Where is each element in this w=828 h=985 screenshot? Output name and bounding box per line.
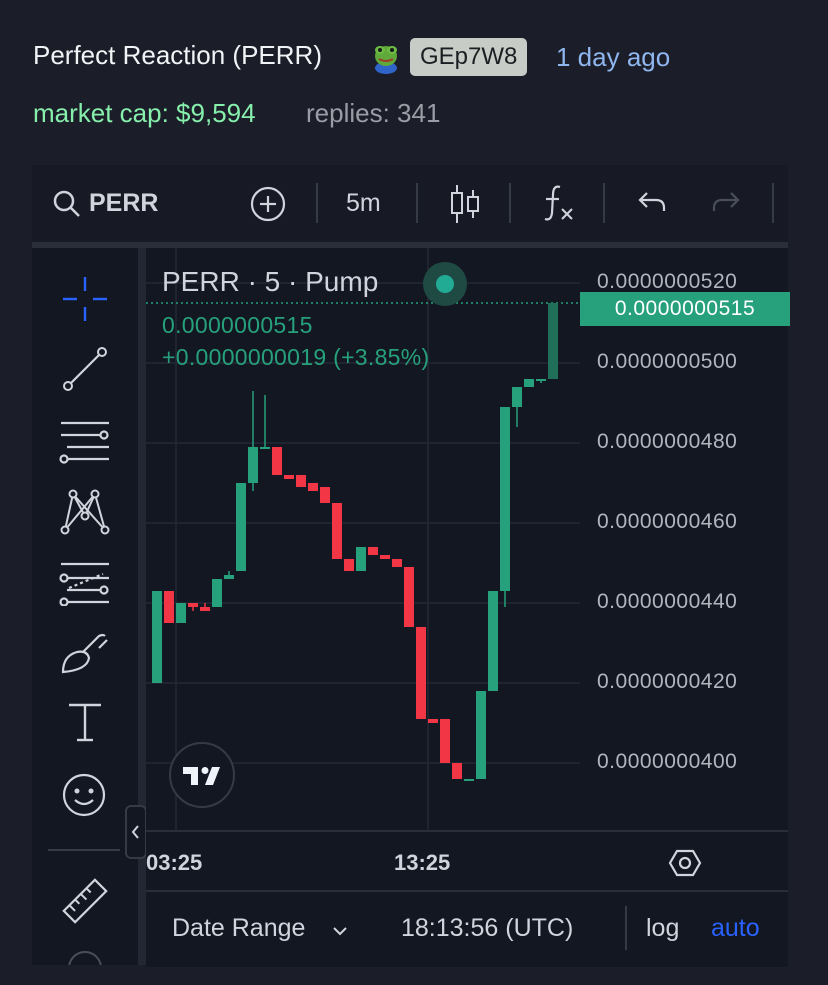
brush-icon[interactable] (59, 628, 111, 676)
price-tick-label: 0.0000000400 (597, 750, 738, 773)
trend-line-icon[interactable] (61, 345, 109, 393)
candle-body (332, 503, 342, 559)
last-price-label: 0.0000000515 (580, 292, 790, 326)
token-title: Perfect Reaction (PERR) (33, 40, 322, 70)
time-label: 13:25 (394, 850, 451, 875)
time-label: 03:25 (146, 850, 203, 875)
text-icon[interactable] (63, 700, 107, 744)
candle-body (512, 387, 522, 407)
candle-body (200, 607, 210, 611)
drawing-toolbar (32, 248, 147, 965)
chevron-down-icon (333, 927, 347, 936)
utc-clock[interactable]: 18:13:56 (UTC) (401, 914, 573, 943)
price-tick-label: 0.0000000520 (597, 270, 738, 293)
market-status-indicator (423, 262, 467, 306)
candle-body (392, 559, 402, 567)
time-axis[interactable]: 03:25 13:25 (146, 830, 788, 892)
candle-body (188, 603, 198, 607)
toolbar-divider (48, 849, 120, 851)
price-chart[interactable]: PERR · 5 · Pump 0.0000000515 +0.00000000… (146, 248, 790, 830)
candle-body (164, 591, 174, 623)
candle-body (176, 603, 186, 623)
contract-ticker-badge[interactable]: GEp7W8 (410, 38, 528, 76)
candle-body (356, 547, 366, 571)
candle-body (440, 719, 450, 763)
candle-body (464, 779, 474, 781)
date-range-button[interactable]: Date Range (172, 914, 305, 943)
pattern-icon[interactable] (59, 486, 111, 536)
collapse-toolbar-button[interactable] (125, 805, 147, 859)
zoom-icon[interactable] (65, 948, 105, 965)
legend-value: 0.0000000515 (162, 312, 313, 338)
auto-scale-toggle[interactable]: auto (711, 914, 760, 943)
candle-body (428, 719, 438, 723)
candle-body (308, 483, 318, 491)
candle-body (236, 483, 246, 571)
tradingview-logo-icon[interactable] (168, 741, 236, 809)
add-icon[interactable] (249, 185, 287, 223)
replies-count: replies: 341 (306, 98, 441, 128)
candle-body (224, 575, 234, 579)
candle-body (548, 303, 558, 379)
crosshair-icon[interactable] (61, 275, 109, 323)
candle-body (344, 559, 354, 571)
frog-emoji-icon (375, 46, 397, 74)
chart-toolbar: PERR 5m (32, 165, 788, 248)
price-tick-label: 0.0000000500 (597, 350, 738, 373)
candle-body (488, 591, 498, 691)
candle-body (380, 555, 390, 559)
symbol-search-label[interactable]: PERR (89, 189, 158, 218)
price-tick-label: 0.0000000460 (597, 510, 738, 533)
candle-body (368, 547, 378, 555)
candle-body (452, 763, 462, 779)
market-cap: market cap: $9,594 (33, 98, 256, 128)
candles-icon[interactable] (448, 182, 482, 226)
redo-icon[interactable] (710, 189, 744, 217)
created-age-link[interactable]: 1 day ago (556, 42, 670, 73)
candle-body (416, 627, 426, 719)
chart-bottom-bar: Date Range 18:13:56 (UTC) log auto (146, 890, 788, 967)
chevron-left-icon (131, 825, 139, 839)
chart-widget: PERR 5m PERR · 5 · Pump 0.0000000515 +0.… (32, 165, 790, 967)
price-tick-label: 0.0000000480 (597, 430, 738, 453)
fib-icon[interactable] (59, 558, 111, 606)
candle-body (476, 691, 486, 779)
undo-icon[interactable] (634, 189, 668, 217)
legend-change: +0.0000000019 (+3.85%) (162, 344, 430, 370)
candle-body (260, 447, 270, 449)
candle-body (536, 379, 546, 381)
bar-divider (625, 906, 627, 950)
search-icon[interactable] (52, 189, 82, 219)
price-tick-label: 0.0000000440 (597, 590, 738, 613)
candle-body (296, 475, 306, 487)
candles-series (152, 303, 558, 781)
emoji-icon[interactable] (61, 772, 107, 818)
candle-body (152, 591, 162, 683)
interval-button[interactable]: 5m (346, 189, 381, 218)
candle-body (500, 407, 510, 591)
candle-body (404, 567, 414, 627)
candle-body (272, 447, 282, 475)
candle-body (320, 487, 330, 503)
chart-settings-icon[interactable] (668, 848, 702, 878)
ruler-icon[interactable] (59, 875, 111, 927)
log-scale-toggle[interactable]: log (646, 914, 679, 943)
legend-symbol: PERR · 5 · Pump (162, 266, 379, 297)
indicators-icon[interactable] (540, 183, 576, 223)
price-tick-label: 0.0000000420 (597, 670, 738, 693)
horizontal-lines-icon[interactable] (59, 416, 111, 464)
candle-body (212, 579, 222, 607)
candle-body (284, 475, 294, 479)
candle-body (524, 379, 534, 387)
candle-body (248, 447, 258, 483)
